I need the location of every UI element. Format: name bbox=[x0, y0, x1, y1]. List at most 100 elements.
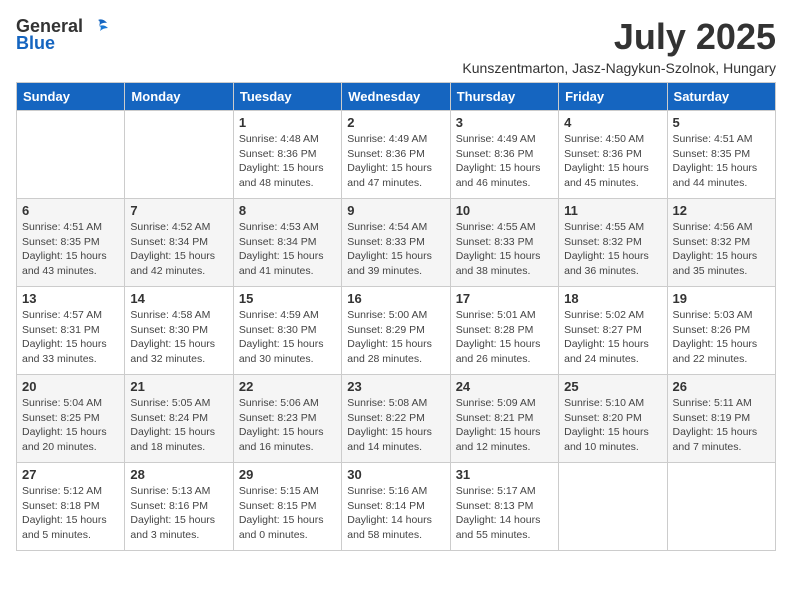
calendar-cell: 12 Sunrise: 4:56 AMSunset: 8:32 PMDayligh… bbox=[667, 199, 775, 287]
calendar-table: SundayMondayTuesdayWednesdayThursdayFrid… bbox=[16, 82, 776, 551]
calendar-cell bbox=[17, 111, 125, 199]
day-detail: Sunrise: 5:00 AMSunset: 8:29 PMDaylight:… bbox=[347, 308, 444, 367]
calendar-cell: 19 Sunrise: 5:03 AMSunset: 8:26 PMDayligh… bbox=[667, 287, 775, 375]
day-number: 4 bbox=[564, 115, 661, 130]
calendar-cell: 18 Sunrise: 5:02 AMSunset: 8:27 PMDayligh… bbox=[559, 287, 667, 375]
day-detail: Sunrise: 4:51 AMSunset: 8:35 PMDaylight:… bbox=[22, 220, 119, 279]
day-detail: Sunrise: 5:05 AMSunset: 8:24 PMDaylight:… bbox=[130, 396, 227, 455]
day-number: 13 bbox=[22, 291, 119, 306]
day-detail: Sunrise: 4:55 AMSunset: 8:33 PMDaylight:… bbox=[456, 220, 553, 279]
day-number: 11 bbox=[564, 203, 661, 218]
calendar-cell: 1 Sunrise: 4:48 AMSunset: 8:36 PMDaylight… bbox=[233, 111, 341, 199]
calendar-cell: 5Sunrise: 4:51 AMSunset: 8:35 PMDaylight… bbox=[667, 111, 775, 199]
calendar-header-row: SundayMondayTuesdayWednesdayThursdayFrid… bbox=[17, 83, 776, 111]
calendar-cell: 27 Sunrise: 5:12 AMSunset: 8:18 PMDayligh… bbox=[17, 463, 125, 551]
header-wednesday: Wednesday bbox=[342, 83, 450, 111]
day-number: 26 bbox=[673, 379, 770, 394]
day-number: 25 bbox=[564, 379, 661, 394]
calendar-week-2: 6Sunrise: 4:51 AMSunset: 8:35 PMDaylight… bbox=[17, 199, 776, 287]
calendar-cell: 15 Sunrise: 4:59 AMSunset: 8:30 PMDayligh… bbox=[233, 287, 341, 375]
day-detail: Sunrise: 5:08 AMSunset: 8:22 PMDaylight:… bbox=[347, 396, 444, 455]
calendar-cell bbox=[667, 463, 775, 551]
day-detail: Sunrise: 5:13 AMSunset: 8:16 PMDaylight:… bbox=[130, 484, 227, 543]
calendar-cell: 21 Sunrise: 5:05 AMSunset: 8:24 PMDayligh… bbox=[125, 375, 233, 463]
calendar-cell: 9 Sunrise: 4:54 AMSunset: 8:33 PMDaylight… bbox=[342, 199, 450, 287]
day-detail: Sunrise: 4:56 AMSunset: 8:32 PMDaylight:… bbox=[673, 220, 770, 279]
day-number: 29 bbox=[239, 467, 336, 482]
calendar-cell: 3Sunrise: 4:49 AMSunset: 8:36 PMDaylight… bbox=[450, 111, 558, 199]
calendar-cell: 30Sunrise: 5:16 AMSunset: 8:14 PMDayligh… bbox=[342, 463, 450, 551]
calendar-cell: 22Sunrise: 5:06 AMSunset: 8:23 PMDayligh… bbox=[233, 375, 341, 463]
header-sunday: Sunday bbox=[17, 83, 125, 111]
day-number: 18 bbox=[564, 291, 661, 306]
day-number: 15 bbox=[239, 291, 336, 306]
calendar-cell: 7 Sunrise: 4:52 AMSunset: 8:34 PMDaylight… bbox=[125, 199, 233, 287]
day-detail: Sunrise: 4:48 AMSunset: 8:36 PMDaylight:… bbox=[239, 132, 336, 191]
month-title: July 2025 bbox=[462, 16, 776, 58]
calendar-cell: 20 Sunrise: 5:04 AMSunset: 8:25 PMDayligh… bbox=[17, 375, 125, 463]
calendar-cell: 6Sunrise: 4:51 AMSunset: 8:35 PMDaylight… bbox=[17, 199, 125, 287]
header-monday: Monday bbox=[125, 83, 233, 111]
logo: General Blue bbox=[16, 16, 109, 54]
calendar-cell: 31Sunrise: 5:17 AMSunset: 8:13 PMDayligh… bbox=[450, 463, 558, 551]
day-number: 7 bbox=[130, 203, 227, 218]
day-detail: Sunrise: 5:15 AMSunset: 8:15 PMDaylight:… bbox=[239, 484, 336, 543]
day-detail: Sunrise: 5:12 AMSunset: 8:18 PMDaylight:… bbox=[22, 484, 119, 543]
calendar-week-1: 1 Sunrise: 4:48 AMSunset: 8:36 PMDaylight… bbox=[17, 111, 776, 199]
day-number: 21 bbox=[130, 379, 227, 394]
day-number: 1 bbox=[239, 115, 336, 130]
day-detail: Sunrise: 4:57 AMSunset: 8:31 PMDaylight:… bbox=[22, 308, 119, 367]
day-number: 16 bbox=[347, 291, 444, 306]
day-detail: Sunrise: 4:52 AMSunset: 8:34 PMDaylight:… bbox=[130, 220, 227, 279]
calendar-cell: 29 Sunrise: 5:15 AMSunset: 8:15 PMDayligh… bbox=[233, 463, 341, 551]
day-detail: Sunrise: 5:02 AMSunset: 8:27 PMDaylight:… bbox=[564, 308, 661, 367]
calendar-cell: 23 Sunrise: 5:08 AMSunset: 8:22 PMDayligh… bbox=[342, 375, 450, 463]
header-thursday: Thursday bbox=[450, 83, 558, 111]
page-header: General Blue July 2025 Kunszentmarton, J… bbox=[16, 16, 776, 76]
day-number: 23 bbox=[347, 379, 444, 394]
day-detail: Sunrise: 4:53 AMSunset: 8:34 PMDaylight:… bbox=[239, 220, 336, 279]
calendar-cell: 4 Sunrise: 4:50 AMSunset: 8:36 PMDaylight… bbox=[559, 111, 667, 199]
logo-blue-text: Blue bbox=[16, 33, 55, 54]
calendar-cell: 24Sunrise: 5:09 AMSunset: 8:21 PMDayligh… bbox=[450, 375, 558, 463]
day-number: 8 bbox=[239, 203, 336, 218]
calendar-cell: 2 Sunrise: 4:49 AMSunset: 8:36 PMDaylight… bbox=[342, 111, 450, 199]
day-detail: Sunrise: 4:49 AMSunset: 8:36 PMDaylight:… bbox=[347, 132, 444, 191]
day-detail: Sunrise: 5:04 AMSunset: 8:25 PMDaylight:… bbox=[22, 396, 119, 455]
day-detail: Sunrise: 4:50 AMSunset: 8:36 PMDaylight:… bbox=[564, 132, 661, 191]
calendar-week-5: 27 Sunrise: 5:12 AMSunset: 8:18 PMDayligh… bbox=[17, 463, 776, 551]
day-number: 9 bbox=[347, 203, 444, 218]
calendar-cell: 8 Sunrise: 4:53 AMSunset: 8:34 PMDaylight… bbox=[233, 199, 341, 287]
day-detail: Sunrise: 4:58 AMSunset: 8:30 PMDaylight:… bbox=[130, 308, 227, 367]
header-friday: Friday bbox=[559, 83, 667, 111]
calendar-cell: 13 Sunrise: 4:57 AMSunset: 8:31 PMDayligh… bbox=[17, 287, 125, 375]
calendar-cell: 17Sunrise: 5:01 AMSunset: 8:28 PMDayligh… bbox=[450, 287, 558, 375]
title-block: July 2025 Kunszentmarton, Jasz-Nagykun-S… bbox=[462, 16, 776, 76]
calendar-cell: 10Sunrise: 4:55 AMSunset: 8:33 PMDayligh… bbox=[450, 199, 558, 287]
calendar-cell bbox=[125, 111, 233, 199]
day-number: 5 bbox=[673, 115, 770, 130]
day-detail: Sunrise: 4:59 AMSunset: 8:30 PMDaylight:… bbox=[239, 308, 336, 367]
day-number: 20 bbox=[22, 379, 119, 394]
day-detail: Sunrise: 5:09 AMSunset: 8:21 PMDaylight:… bbox=[456, 396, 553, 455]
day-detail: Sunrise: 5:03 AMSunset: 8:26 PMDaylight:… bbox=[673, 308, 770, 367]
day-detail: Sunrise: 5:17 AMSunset: 8:13 PMDaylight:… bbox=[456, 484, 553, 543]
calendar-cell bbox=[559, 463, 667, 551]
calendar-week-4: 20 Sunrise: 5:04 AMSunset: 8:25 PMDayligh… bbox=[17, 375, 776, 463]
calendar-cell: 26 Sunrise: 5:11 AMSunset: 8:19 PMDayligh… bbox=[667, 375, 775, 463]
day-number: 12 bbox=[673, 203, 770, 218]
day-detail: Sunrise: 5:01 AMSunset: 8:28 PMDaylight:… bbox=[456, 308, 553, 367]
day-number: 3 bbox=[456, 115, 553, 130]
logo-bird-icon bbox=[87, 18, 109, 36]
day-detail: Sunrise: 4:55 AMSunset: 8:32 PMDaylight:… bbox=[564, 220, 661, 279]
day-detail: Sunrise: 5:11 AMSunset: 8:19 PMDaylight:… bbox=[673, 396, 770, 455]
day-number: 19 bbox=[673, 291, 770, 306]
calendar-cell: 16 Sunrise: 5:00 AMSunset: 8:29 PMDayligh… bbox=[342, 287, 450, 375]
day-detail: Sunrise: 4:54 AMSunset: 8:33 PMDaylight:… bbox=[347, 220, 444, 279]
header-tuesday: Tuesday bbox=[233, 83, 341, 111]
location-title: Kunszentmarton, Jasz-Nagykun-Szolnok, Hu… bbox=[462, 60, 776, 76]
day-number: 2 bbox=[347, 115, 444, 130]
day-number: 28 bbox=[130, 467, 227, 482]
calendar-cell: 25Sunrise: 5:10 AMSunset: 8:20 PMDayligh… bbox=[559, 375, 667, 463]
day-number: 27 bbox=[22, 467, 119, 482]
